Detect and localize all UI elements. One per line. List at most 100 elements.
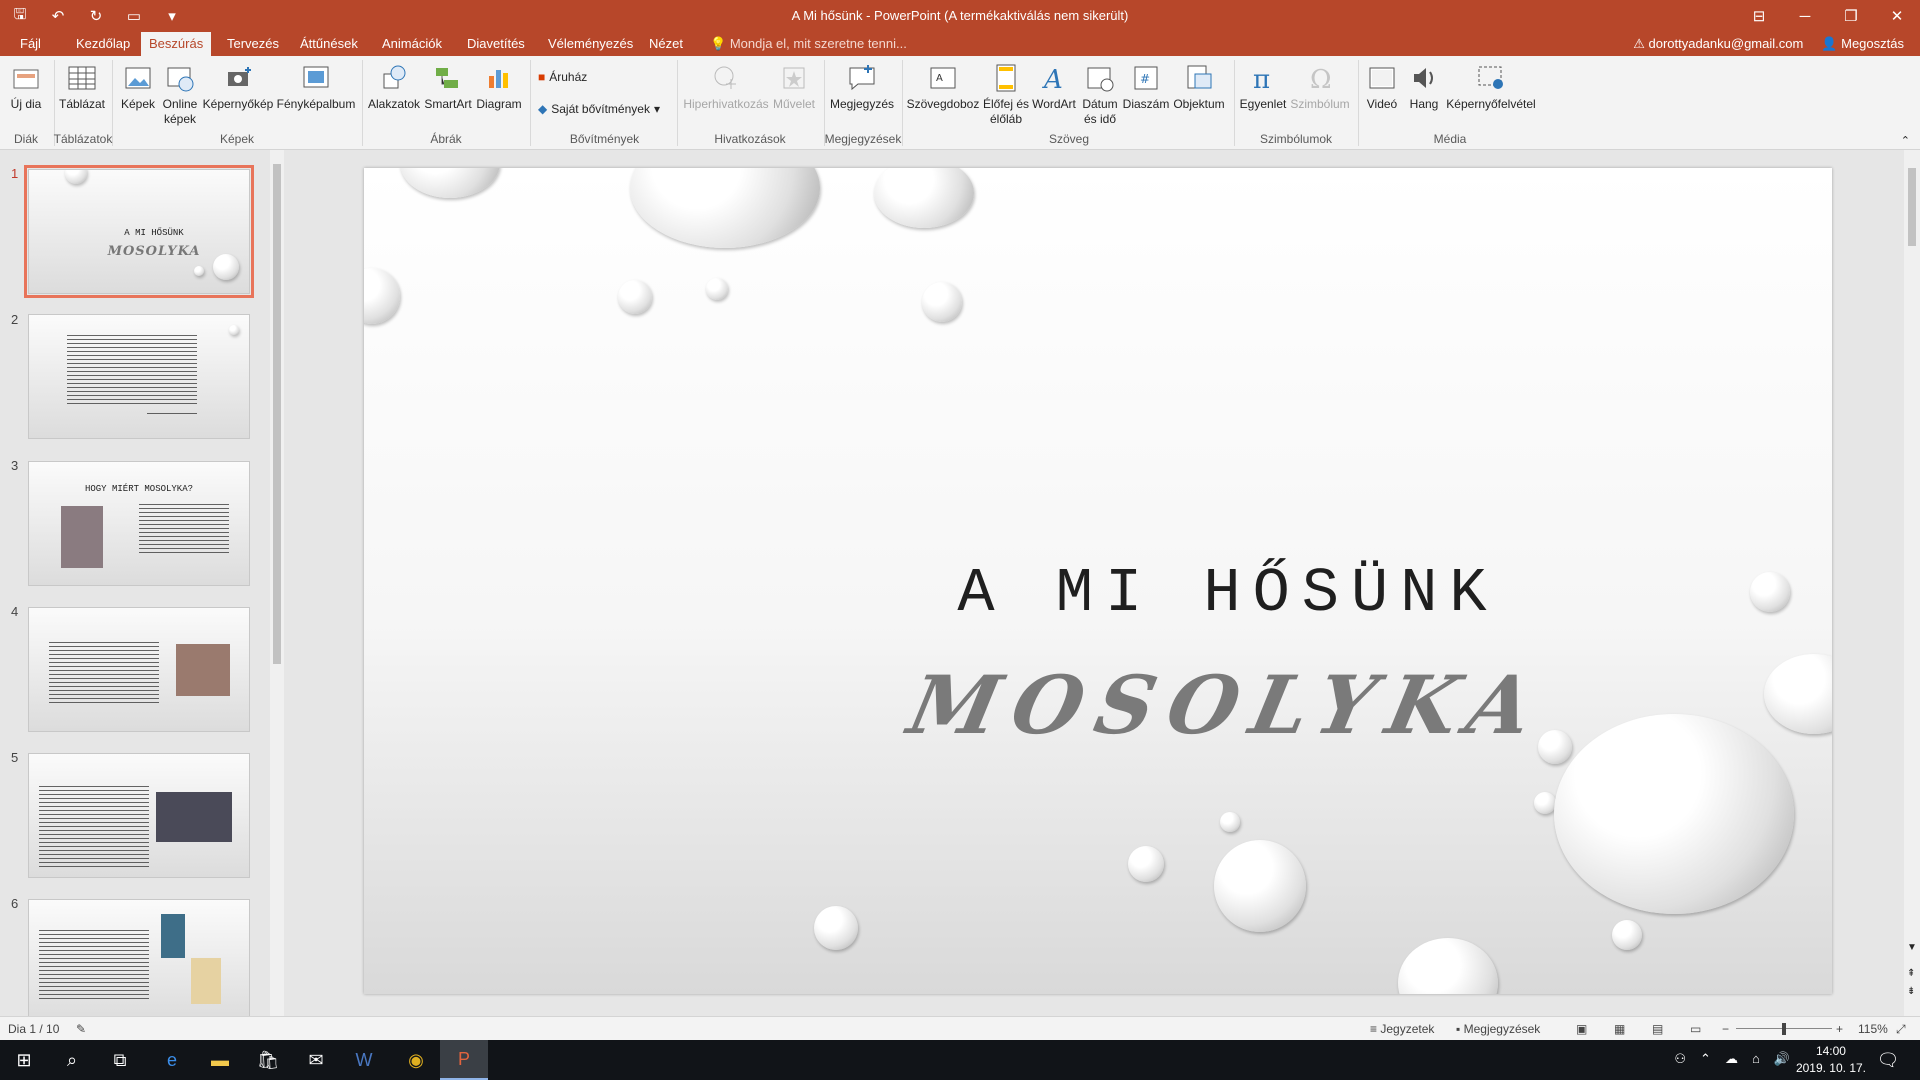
share-button[interactable]: 👤 Megosztás [1821,32,1904,56]
tell-me-box[interactable]: 💡 Mondja el, mit szeretne tenni... [710,32,907,56]
slide-scrollbar[interactable]: ▼ ⇞ ⇟ [1904,150,1920,1016]
comments-button[interactable]: ▪ Megjegyzések [1456,1022,1540,1036]
slide-sorter-icon[interactable]: ▦ [1614,1022,1625,1036]
tab-home[interactable]: Kezdőlap [68,32,138,56]
task-view-icon[interactable]: ⧉ [96,1040,144,1080]
zoom-out-icon[interactable]: − [1722,1022,1729,1036]
chart-button[interactable]: Diagram [474,62,524,112]
slide-thumbnail-5[interactable] [28,753,250,878]
start-windows-icon[interactable]: ⊞ [0,1040,48,1080]
account-label[interactable]: ⚠ dorottyadanku@gmail.com [1633,32,1803,56]
previous-slide-icon[interactable]: ⇞ [1907,968,1915,979]
separator [1358,60,1359,146]
system-clock[interactable]: 14:00 2019. 10. 17. [1796,1043,1866,1077]
slide-number-icon: # [1134,66,1158,90]
table-button[interactable]: Táblázat [58,62,106,112]
tab-design[interactable]: Tervezés [219,32,287,56]
scroll-down-arrow-icon[interactable]: ▼ [1907,942,1917,953]
word-icon[interactable]: W [340,1040,388,1080]
slide-thumbnail-1[interactable]: A MI HŐSÜNK MOSOLYKA [24,165,254,298]
water-drop [630,168,820,248]
volume-icon[interactable]: 🔊 [1774,1051,1790,1067]
online-pictures-button[interactable]: Online képek [160,62,200,127]
action-button[interactable]: Művelet [770,62,818,112]
slide-thumbnail-6[interactable] [28,899,250,1016]
comment-button[interactable]: Megjegyzés [828,62,896,112]
store-icon[interactable]: 🛍 [244,1040,292,1080]
notes-button[interactable]: ≡ Jegyzetek [1370,1022,1434,1036]
new-slide-button[interactable]: Új dia [6,62,46,112]
water-drop [400,168,500,198]
tab-insert[interactable]: Beszúrás [141,32,212,56]
zoom-level[interactable]: 115% [1858,1022,1888,1036]
restore-button[interactable]: ❐ [1828,0,1874,32]
comment-icon [849,65,875,91]
mail-icon[interactable]: ✉ [292,1040,340,1080]
next-slide-icon[interactable]: ⇟ [1907,986,1915,997]
onedrive-icon[interactable]: ☁ [1725,1051,1738,1067]
video-icon [1369,67,1395,89]
object-button[interactable]: Objektum [1170,62,1228,112]
edge-browser-icon[interactable]: e [148,1040,196,1080]
symbol-button[interactable]: Ω Szimbólum [1288,62,1352,112]
collapse-ribbon-icon[interactable]: ⌃ [1901,134,1910,147]
scrollbar-thumb[interactable] [1908,168,1916,246]
tab-slideshow[interactable]: Diavetítés [459,32,533,56]
tab-transitions[interactable]: Áttűnések [292,32,366,56]
omega-icon: Ω [1310,65,1332,94]
textbox-button[interactable]: A Szövegdoboz [906,62,980,112]
chrome-icon[interactable]: ◉ [392,1040,440,1080]
separator [677,60,678,146]
zoom-slider-thumb[interactable] [1782,1023,1786,1035]
normal-view-icon[interactable]: ▣ [1576,1022,1587,1036]
minimize-button[interactable]: ─ [1782,0,1828,32]
zoom-in-icon[interactable]: + [1836,1022,1843,1036]
tab-review[interactable]: Véleményezés [540,32,641,56]
close-button[interactable]: ✕ [1874,0,1920,32]
screenshot-button[interactable]: Képernyőkép [202,62,274,112]
audio-button[interactable]: Hang [1404,62,1444,112]
hyperlink-button[interactable]: Hiperhivatkozás [682,62,770,112]
tab-file[interactable]: Fájl [12,32,49,56]
ribbon-display-options-icon[interactable]: ⊟ [1736,0,1782,32]
slide-thumbnail-2[interactable] [28,314,250,439]
network-icon[interactable]: ⌂ [1752,1051,1760,1067]
slide-number-button[interactable]: # Diaszám [1122,62,1170,112]
store-button[interactable]: ■ Áruház [538,70,587,84]
tab-view[interactable]: Nézet [641,32,691,56]
store-label: Áruház [549,70,588,84]
my-addins-button[interactable]: ◆ Saját bővítmények ▾ [538,102,660,116]
slide-thumbnail-3[interactable]: HOGY MIÉRT MOSOLYKA? [28,461,250,586]
smartart-button[interactable]: SmartArt [424,62,472,112]
shapes-button[interactable]: Alakzatok [366,62,422,112]
slide-canvas[interactable]: A MI HŐSÜNK MOSOLYKA [364,168,1832,994]
powerpoint-icon[interactable]: P [440,1040,488,1080]
slide-thumbnail-4[interactable] [28,607,250,732]
notes-icon: ≡ [1370,1022,1381,1036]
window-controls: ⊟ ─ ❐ ✕ [1736,0,1920,32]
video-button[interactable]: Videó [1362,62,1402,112]
scrollbar-thumb[interactable] [273,164,281,664]
spelling-check-icon[interactable]: ✎ [76,1022,86,1036]
show-hidden-icons-icon[interactable]: ⌃ [1700,1051,1711,1067]
notes-label: Jegyzetek [1380,1022,1435,1036]
file-explorer-icon[interactable]: ▬ [196,1040,244,1080]
slideshow-view-icon[interactable]: ▭ [1690,1022,1701,1036]
wordart-button[interactable]: A WordArt [1030,62,1078,112]
pictures-button[interactable]: Képek [118,62,158,112]
equation-button[interactable]: π Egyenlet [1238,62,1288,112]
header-footer-button[interactable]: Élőfej és élőláb [982,62,1030,127]
screen-recording-button[interactable]: Képernyőfelvétel [1446,62,1536,112]
date-time-button[interactable]: Dátum és idő [1078,62,1122,127]
thumbnails-scrollbar[interactable] [270,150,284,1016]
tab-animations[interactable]: Animációk [374,32,450,56]
search-icon[interactable]: ⌕ [48,1040,96,1080]
fit-slide-icon[interactable]: ⤢ [1896,1022,1906,1037]
status-bar: Dia 1 / 10 ✎ ≡ Jegyzetek ▪ Megjegyzések … [0,1016,1920,1040]
action-center-icon[interactable]: 🗨 [1864,1040,1912,1080]
slide-title[interactable]: A MI HŐSÜNK [364,558,1832,629]
slide-subtitle[interactable]: MOSOLYKA [364,658,1832,752]
people-icon[interactable]: ⚇ [1674,1051,1686,1067]
reading-view-icon[interactable]: ▤ [1652,1022,1663,1036]
photo-album-button[interactable]: Fényképalbum [276,62,356,112]
